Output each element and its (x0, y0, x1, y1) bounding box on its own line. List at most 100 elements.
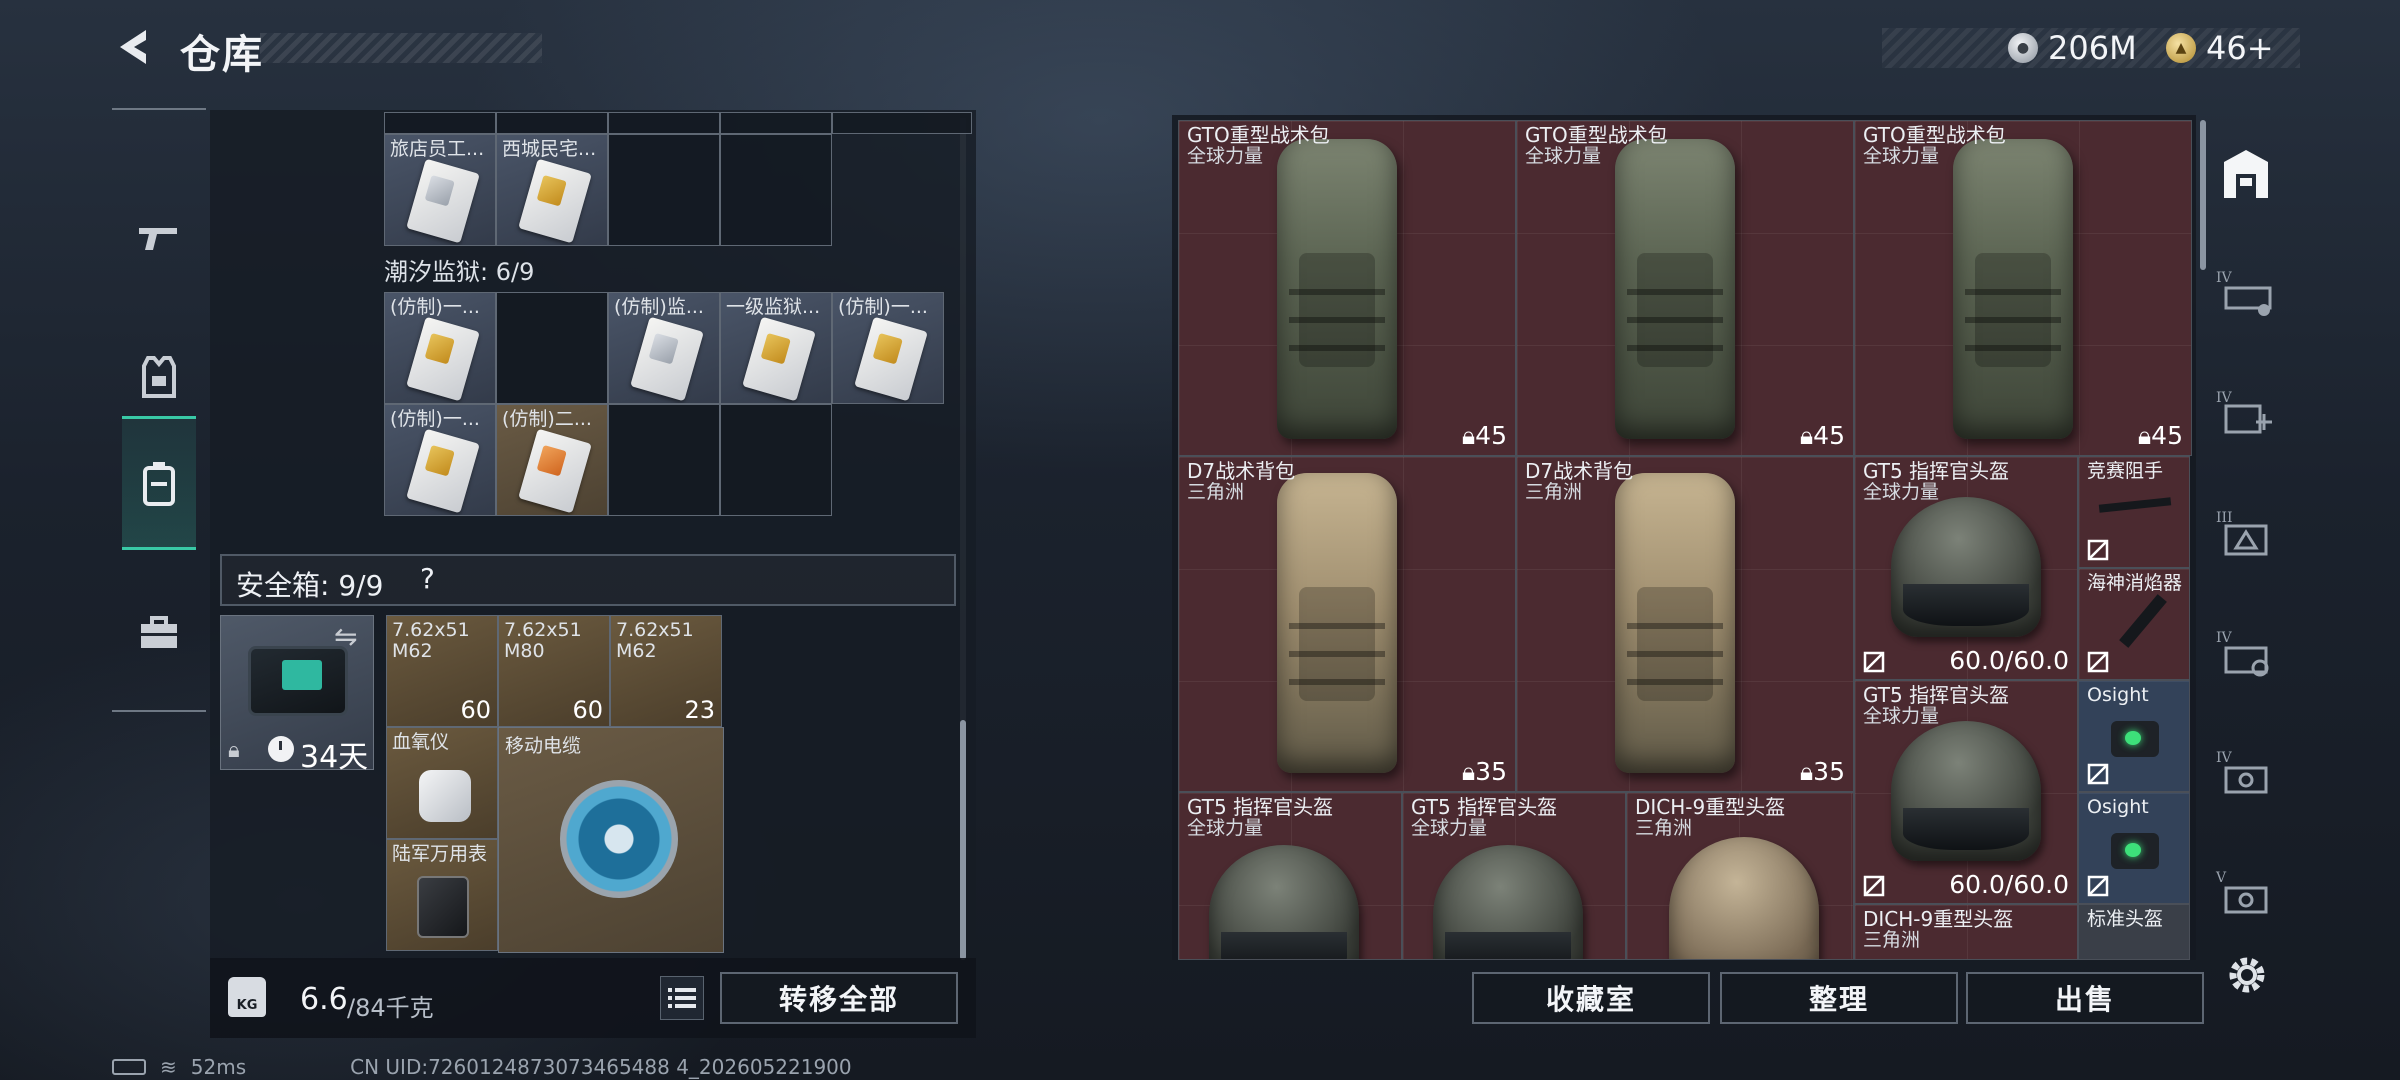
gold-currency[interactable]: ▲ 46+ (2166, 28, 2274, 68)
organize-button[interactable]: 整理 (1720, 972, 1958, 1024)
swap-icon[interactable]: ⇋ (334, 620, 357, 653)
gold-currency-value: 46+ (2206, 29, 2274, 67)
stash-item-helmet[interactable]: DICH-9重型头盔 三角洲 (1626, 792, 1854, 960)
keycard-icon (518, 428, 592, 514)
tier-iv-tools-icon[interactable]: IV (2212, 624, 2280, 686)
stash-item-attachment[interactable]: 海神消焰器 (2078, 568, 2190, 680)
stash-item-attachment[interactable]: Osight (2078, 792, 2190, 904)
collection-item[interactable]: (仿制)一... (384, 404, 496, 516)
item-name: (仿制)一... (838, 296, 928, 318)
uid-text: CN UID:7260124873073465488 4_20260522190… (350, 1055, 852, 1079)
item-name: Osight (2087, 796, 2149, 818)
item-source: 全球力量 (1863, 705, 1940, 727)
stash-item-attachment[interactable]: 竞赛阻手 (2078, 456, 2190, 568)
battery-icon (112, 1059, 146, 1075)
item-name: 旅店员工... (390, 138, 485, 160)
item-capacity: 🔒︎45 (1461, 421, 1507, 450)
item-capacity: 🔒︎35 (1461, 757, 1507, 786)
inventory-scrollbar[interactable] (960, 720, 966, 960)
item-name: 西城民宅... (502, 138, 597, 160)
item-name: 移动电缆 (505, 735, 582, 757)
collection-item[interactable]: 旅店员工... (384, 134, 496, 246)
collection-item[interactable]: (仿制)二... (496, 404, 608, 516)
no-repair-icon (2087, 875, 2109, 897)
sell-button[interactable]: 出售 (1966, 972, 2204, 1024)
tier-iv-medical-icon[interactable]: IV (2212, 384, 2280, 446)
rail-item-weapons[interactable] (122, 170, 196, 304)
tier-v-chip-icon[interactable]: V (2212, 864, 2280, 926)
gold-coin-icon: ▲ (2166, 33, 2196, 63)
item-name: 陆军万用表 (392, 843, 488, 865)
weight-max: /84千克 (347, 994, 434, 1022)
list-view-button[interactable] (660, 976, 704, 1020)
stash-item-helmet[interactable]: 标准头盔 (2078, 904, 2190, 960)
ammo-item[interactable]: 7.62x51 M62 60 (386, 615, 498, 727)
stash-item-helmet[interactable]: DICH-9重型头盔 三角洲 (1854, 904, 2078, 960)
no-repair-icon (2087, 539, 2109, 561)
clock-icon (268, 736, 294, 762)
item-name: GTO重型战术包 (1187, 123, 1330, 147)
stash-item-helmet[interactable]: GT5 指挥官头盔 全球力量 (1178, 792, 1402, 960)
item-durability: 60.0/60.0 (1949, 870, 2069, 899)
ammo-name: 7.62x51 (392, 619, 470, 641)
stash-item-backpack[interactable]: GTO重型战术包 全球力量 🔒︎45 (1854, 120, 2192, 456)
gear-icon[interactable] (2224, 952, 2270, 998)
stash-item-backpack[interactable]: GTO重型战术包 全球力量 🔒︎45 (1516, 120, 1854, 456)
collection-cell (608, 112, 720, 134)
item-name: GT5 指挥官头盔 (1863, 683, 2010, 707)
stash-item-attachment[interactable]: Osight (2078, 680, 2190, 792)
item-name: GT5 指挥官头盔 (1187, 795, 1334, 819)
keycard-icon (406, 316, 480, 402)
item-capacity: 🔒︎35 (1799, 757, 1845, 786)
ammo-item[interactable]: 7.62x51 M62 23 (610, 615, 722, 727)
collection-item[interactable]: (仿制)一... (832, 292, 944, 404)
collection-item[interactable]: (仿制)一... (384, 292, 496, 404)
collection-item[interactable]: 西城民宅... (496, 134, 608, 246)
collection-item[interactable]: 一级监狱... (720, 292, 832, 404)
item-source: 三角洲 (1525, 481, 1583, 503)
tier-iv-vehicle-icon[interactable]: IV (2212, 264, 2280, 326)
page-title: 仓库 (180, 32, 264, 78)
item-source: 三角洲 (1635, 817, 1693, 839)
sight-icon (2111, 721, 2159, 757)
cable-reel-icon (560, 780, 678, 898)
safebox-help-button[interactable]: ? (420, 562, 435, 595)
collection-cell (496, 112, 608, 134)
no-repair-icon (1863, 875, 1885, 897)
safebox-item[interactable]: 血氧仪 (386, 727, 498, 839)
stash-item-helmet[interactable]: GT5 指挥官头盔 全球力量 (1402, 792, 1626, 960)
helmet-image (1891, 721, 2041, 861)
stash-item-backpack[interactable]: D7战术背包 三角洲 🔒︎35 (1178, 456, 1516, 792)
item-name: D7战术背包 (1187, 459, 1296, 483)
stash-item-backpack[interactable]: GTO重型战术包 全球力量 🔒︎45 (1178, 120, 1516, 456)
stash-icon[interactable] (2212, 144, 2280, 206)
stash-item-backpack[interactable]: D7战术背包 三角洲 🔒︎35 (1516, 456, 1854, 792)
item-source: 全球力量 (1863, 145, 1940, 167)
empty-slot (720, 134, 832, 246)
item-name: 一级监狱... (726, 296, 821, 318)
silver-currency: ● 206M (2008, 28, 2137, 68)
ammo-item[interactable]: 7.62x51 M80 60 (498, 615, 610, 727)
collection-room-button[interactable]: 收藏室 (1472, 972, 1710, 1024)
gun-icon (139, 228, 177, 250)
item-source: 全球力量 (1525, 145, 1602, 167)
collection-item[interactable]: (仿制)监... (608, 292, 720, 404)
list-icon (668, 988, 696, 1008)
empty-slot (608, 404, 720, 516)
stash-item-helmet[interactable]: GT5 指挥官头盔 全球力量 60.0/60.0 (1854, 680, 2078, 904)
safebox-item[interactable]: 陆军万用表 (386, 839, 498, 951)
tier-iii-warning-icon[interactable]: III (2212, 504, 2280, 566)
back-arrow-icon[interactable] (110, 24, 156, 70)
rail-item-toolbox[interactable] (122, 566, 196, 700)
backpack-icon (143, 462, 175, 506)
sight-icon (2111, 833, 2159, 869)
item-name: DICH-9重型头盔 (1863, 907, 2014, 931)
keycard-icon (518, 158, 592, 244)
stash-item-helmet[interactable]: GT5 指挥官头盔 全球力量 60.0/60.0 (1854, 456, 2078, 680)
transfer-all-button[interactable]: 转移全部 (720, 972, 958, 1024)
backpack-image (1953, 139, 2073, 439)
tier-iv-chip-icon[interactable]: IV (2212, 744, 2280, 806)
item-source: 三角洲 (1187, 481, 1245, 503)
ammo-name: 7.62x51 (504, 619, 582, 641)
rail-item-backpack[interactable] (122, 416, 196, 550)
